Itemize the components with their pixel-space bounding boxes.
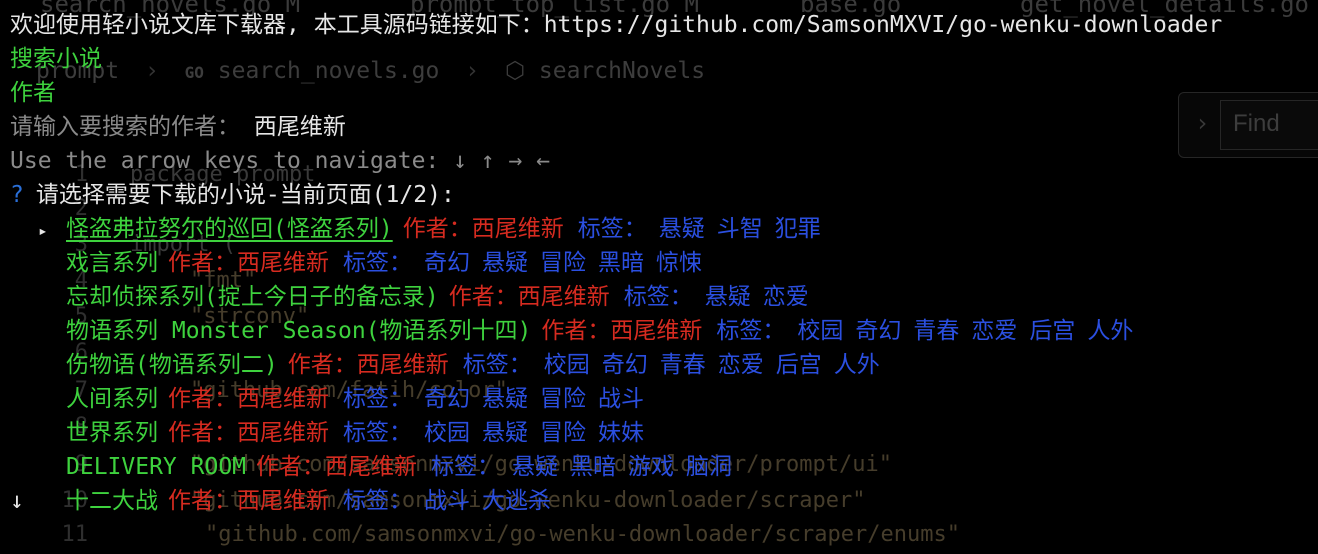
novel-tag: 奇幻 bbox=[424, 386, 470, 412]
tags-label: 标签： bbox=[343, 250, 412, 276]
tags-label: 标签： bbox=[343, 386, 412, 412]
novel-tags: 标签： 奇幻 悬疑 冒险 黑暗 惊悚 bbox=[343, 250, 702, 276]
novel-author: 作者：西尾维新 bbox=[168, 488, 329, 514]
novel-author: 作者：西尾维新 bbox=[541, 318, 703, 344]
novel-tags: 标签： 奇幻 悬疑 冒险 战斗 bbox=[343, 386, 644, 412]
novel-option[interactable]: 人间系列 作者：西尾维新 标签： 奇幻 悬疑 冒险 战斗 bbox=[66, 382, 644, 416]
novel-tag: 青春 bbox=[659, 352, 706, 378]
tags-label: 标签： bbox=[343, 488, 412, 514]
novel-option[interactable]: 十二大战 作者：西尾维新 标签： 战斗 大逃杀 bbox=[66, 484, 551, 518]
novel-title: 物语系列 Monster Season(物语系列十四) bbox=[66, 318, 532, 344]
novel-tag: 悬疑 bbox=[704, 284, 751, 310]
novel-tag: 犯罪 bbox=[774, 216, 821, 242]
selection-pointer-icon: ▸ bbox=[38, 221, 48, 240]
novel-tags: 标签： 悬疑 恋爱 bbox=[624, 284, 809, 310]
novel-title: 戏言系列 bbox=[66, 250, 158, 276]
novel-tags: 标签： 校园 奇幻 青春 恋爱 后宫 人外 bbox=[463, 352, 880, 378]
novel-tag: 游戏 bbox=[628, 454, 675, 480]
novel-title: 伤物语(物语系列二) bbox=[66, 352, 278, 378]
novel-option[interactable]: 戏言系列 作者：西尾维新 标签： 奇幻 悬疑 冒险 黑暗 惊悚 bbox=[66, 246, 702, 280]
novel-tag: 斗智 bbox=[716, 216, 763, 242]
novel-title: 忘却侦探系列(掟上今日子的备忘录) bbox=[66, 284, 439, 310]
scroll-down-arrow-icon: ↓ bbox=[10, 488, 24, 514]
novel-tag: 校园 bbox=[424, 420, 470, 446]
novel-tag: 惊悚 bbox=[656, 250, 702, 276]
novel-tag: 恋爱 bbox=[762, 284, 809, 310]
novel-author: 作者：西尾维新 bbox=[168, 250, 329, 276]
novel-tags: 标签： 悬疑 黑暗 游戏 脑洞 bbox=[431, 454, 732, 480]
novel-tag: 冒险 bbox=[540, 420, 586, 446]
novel-title: DELIVERY ROOM bbox=[66, 454, 247, 480]
novel-author: 作者：西尾维新 bbox=[448, 284, 610, 310]
novel-author: 作者：西尾维新 bbox=[168, 386, 329, 412]
novel-tags: 标签： 校园 悬疑 冒险 妹妹 bbox=[343, 420, 644, 446]
novel-tag: 校园 bbox=[797, 318, 844, 344]
novel-tag: 大逃杀 bbox=[482, 488, 551, 514]
novel-title: 世界系列 bbox=[66, 420, 158, 446]
novel-tag: 悬疑 bbox=[512, 454, 559, 480]
tags-label: 标签： bbox=[431, 454, 501, 480]
novel-option[interactable]: 世界系列 作者：西尾维新 标签： 校园 悬疑 冒险 妹妹 bbox=[66, 416, 644, 450]
novel-option[interactable]: 怪盗弗拉努尔的巡回(怪盗系列) 作者：西尾维新 标签： 悬疑 斗智 犯罪 bbox=[66, 212, 821, 246]
novel-tag: 黑暗 bbox=[570, 454, 617, 480]
question-mark-icon: ? bbox=[10, 182, 24, 208]
novel-tag: 恋爱 bbox=[971, 318, 1018, 344]
author-prompt-value[interactable]: 西尾维新 bbox=[254, 114, 346, 140]
tags-label: 标签： bbox=[343, 420, 412, 446]
tags-label: 标签： bbox=[623, 284, 693, 310]
novel-tag: 悬疑 bbox=[482, 420, 528, 446]
novel-option[interactable]: 物语系列 Monster Season(物语系列十四) 作者：西尾维新 标签： 校园奇… bbox=[66, 314, 1133, 348]
novel-tag: 人外 bbox=[833, 352, 880, 378]
novel-tag: 奇幻 bbox=[601, 352, 648, 378]
tags-label: 标签： bbox=[577, 216, 647, 242]
terminal[interactable]: 欢迎使用轻小说文库下载器, 本工具源码链接如下：https://github.c… bbox=[0, 0, 1318, 554]
menu-author: 作者 bbox=[10, 80, 56, 106]
novel-author: 作者：西尾维新 bbox=[256, 454, 418, 480]
novel-option[interactable]: 忘却侦探系列(掟上今日子的备忘录) 作者：西尾维新 标签： 悬疑 恋爱 bbox=[66, 280, 809, 314]
novel-title: 人间系列 bbox=[66, 386, 158, 412]
novel-tag: 悬疑 bbox=[658, 216, 705, 242]
novel-tag: 后宫 bbox=[1029, 318, 1076, 344]
novel-tag: 悬疑 bbox=[482, 386, 528, 412]
select-question: ? 请选择需要下载的小说-当前页面(1/2): bbox=[10, 178, 455, 212]
novel-author: 作者：西尾维新 bbox=[168, 420, 329, 446]
novel-tag: 妹妹 bbox=[598, 420, 644, 446]
novel-tag: 冒险 bbox=[540, 250, 586, 276]
novel-tag: 黑暗 bbox=[598, 250, 644, 276]
novel-tag: 奇幻 bbox=[424, 250, 470, 276]
welcome-message: 欢迎使用轻小说文库下载器, 本工具源码链接如下：https://github.c… bbox=[10, 12, 1223, 38]
tags-label: 标签： bbox=[716, 318, 786, 344]
novel-tag: 脑洞 bbox=[686, 454, 733, 480]
novel-tag: 后宫 bbox=[775, 352, 822, 378]
novel-author: 作者：西尾维新 bbox=[287, 352, 449, 378]
novel-tags: 标签： 悬疑 斗智 犯罪 bbox=[578, 216, 821, 242]
select-question-text: 请选择需要下载的小说-当前页面(1/2): bbox=[35, 182, 455, 208]
novel-tag: 校园 bbox=[543, 352, 590, 378]
novel-tag: 奇幻 bbox=[855, 318, 902, 344]
author-prompt-label: 请输入要搜索的作者： bbox=[10, 114, 240, 140]
novel-tag: 战斗 bbox=[424, 488, 470, 514]
novel-tag: 恋爱 bbox=[717, 352, 764, 378]
novel-tags: 标签： 校园 奇幻 青春 恋爱 后宫 人外 bbox=[716, 318, 1133, 344]
novel-title: 十二大战 bbox=[66, 488, 158, 514]
novel-option[interactable]: DELIVERY ROOM 作者：西尾维新 标签： 悬疑 黑暗 游戏 脑洞 bbox=[66, 450, 732, 484]
novel-author: 作者：西尾维新 bbox=[402, 216, 564, 242]
novel-tags: 标签： 战斗 大逃杀 bbox=[343, 488, 551, 514]
navigation-hint: Use the arrow keys to navigate: ↓ ↑ → ← bbox=[10, 148, 551, 174]
author-prompt: 请输入要搜索的作者： 西尾维新 bbox=[10, 110, 346, 144]
novel-title: 怪盗弗拉努尔的巡回(怪盗系列) bbox=[66, 216, 393, 242]
menu-search-novels: 搜索小说 bbox=[10, 46, 102, 72]
novel-tag: 人外 bbox=[1087, 318, 1134, 344]
novel-option[interactable]: 伤物语(物语系列二) 作者：西尾维新 标签： 校园 奇幻 青春 恋爱 后宫 人外 bbox=[66, 348, 880, 382]
novel-tag: 青春 bbox=[913, 318, 960, 344]
novel-tag: 冒险 bbox=[540, 386, 586, 412]
novel-tag: 悬疑 bbox=[482, 250, 528, 276]
tags-label: 标签： bbox=[462, 352, 532, 378]
novel-tag: 战斗 bbox=[598, 386, 644, 412]
